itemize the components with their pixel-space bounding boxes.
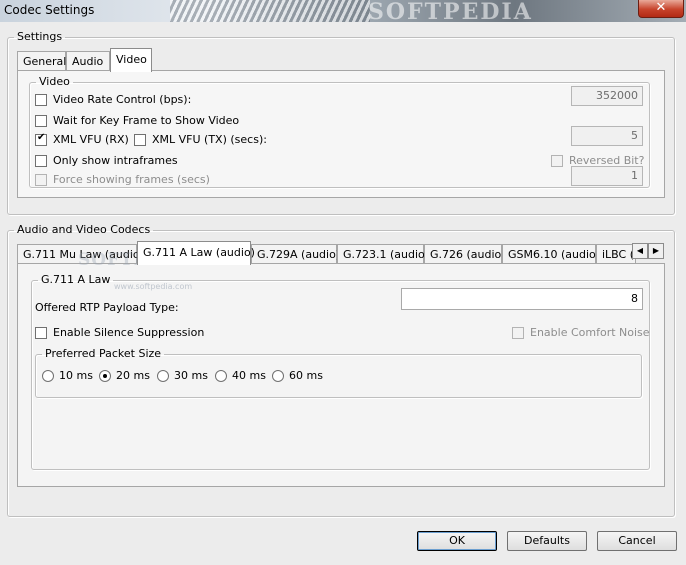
title-bar[interactable]: Codec Settings SOFTPEDIA ✕ bbox=[0, 0, 686, 25]
settings-group-label: Settings bbox=[17, 30, 63, 43]
force-frames-input[interactable]: 1 bbox=[571, 166, 643, 186]
video-rate-control-checkbox[interactable]: Video Rate Control (bps): bbox=[35, 93, 191, 106]
packet-size-40ms-dot[interactable] bbox=[215, 369, 227, 382]
comfort-noise-checkbox[interactable]: Enable Comfort Noise bbox=[512, 326, 650, 339]
ok-button[interactable]: OK bbox=[417, 531, 497, 551]
packet-size-30ms-radio[interactable]: 30 ms bbox=[157, 369, 208, 382]
wait-key-frame-checkbox[interactable]: Wait for Key Frame to Show Video bbox=[35, 114, 239, 127]
payload-type-label: Offered RTP Payload Type: bbox=[35, 301, 179, 314]
payload-type-input[interactable]: 8 bbox=[401, 288, 643, 310]
video-rate-input[interactable]: 352000 bbox=[571, 86, 643, 106]
packet-size-30ms-dot[interactable] bbox=[157, 369, 169, 382]
codecs-group-label: Audio and Video Codecs bbox=[17, 223, 151, 236]
xml-vfu-tx-checkbox[interactable]: XML VFU (TX) (secs): bbox=[134, 133, 267, 146]
wait-key-frame-box[interactable] bbox=[35, 114, 47, 127]
force-frames-box[interactable] bbox=[35, 173, 47, 186]
packet-size-60ms-dot[interactable] bbox=[272, 369, 284, 382]
watermark-title: SOFTPEDIA bbox=[368, 0, 533, 25]
packet-size-60ms-radio[interactable]: 60 ms bbox=[272, 369, 323, 382]
only-intraframes-checkbox[interactable]: Only show intraframes bbox=[35, 154, 178, 167]
video-rate-control-box[interactable] bbox=[35, 93, 47, 106]
g711-a-law-group-label: G.711 A Law bbox=[41, 273, 111, 286]
tab-g7231[interactable]: G.723.1 (audio) bbox=[337, 244, 429, 264]
xml-vfu-rx-checkbox[interactable]: XML VFU (RX) bbox=[35, 132, 129, 146]
reversed-bit-box[interactable] bbox=[551, 154, 563, 167]
only-intraframes-box[interactable] bbox=[35, 154, 47, 167]
packet-size-10ms-radio[interactable]: 10 ms bbox=[42, 369, 93, 382]
tab-g726[interactable]: G.726 (audio) bbox=[424, 244, 506, 264]
tab-general[interactable]: General bbox=[17, 51, 66, 71]
packet-size-10ms-dot[interactable] bbox=[42, 369, 54, 382]
packet-size-group-label: Preferred Packet Size bbox=[45, 347, 162, 360]
tab-gsm610[interactable]: GSM6.10 (audio) bbox=[502, 244, 600, 264]
packet-size-20ms-radio[interactable]: 20 ms bbox=[99, 369, 150, 382]
close-icon: ✕ bbox=[655, 0, 667, 15]
tab-audio[interactable]: Audio bbox=[66, 51, 110, 71]
packet-size-40ms-radio[interactable]: 40 ms bbox=[215, 369, 266, 382]
codec-settings-window: Codec Settings SOFTPEDIA ✕ Settings Gene… bbox=[0, 0, 686, 565]
xml-vfu-rx-box[interactable] bbox=[35, 132, 47, 146]
scroll-right-icon[interactable]: ▶ bbox=[648, 243, 664, 259]
tab-g729a[interactable]: G.729A (audio) bbox=[251, 244, 340, 264]
packet-size-20ms-dot[interactable] bbox=[99, 369, 111, 382]
defaults-button[interactable]: Defaults bbox=[507, 531, 587, 551]
codec-tab-scroller: ◀ ▶ bbox=[632, 243, 664, 259]
tab-g711-a-law[interactable]: G.711 A Law (audio) bbox=[137, 241, 255, 265]
title-bar-decoration bbox=[170, 0, 370, 22]
silence-suppression-checkbox[interactable]: Enable Silence Suppression bbox=[35, 326, 204, 339]
window-title: Codec Settings bbox=[4, 3, 95, 17]
scroll-left-icon[interactable]: ◀ bbox=[632, 243, 648, 259]
xml-vfu-tx-box[interactable] bbox=[134, 133, 146, 146]
tab-video[interactable]: Video bbox=[110, 48, 152, 72]
force-frames-checkbox[interactable]: Force showing frames (secs) bbox=[35, 173, 210, 186]
cancel-button[interactable]: Cancel bbox=[597, 531, 677, 551]
tab-ilbc[interactable]: iLBC (a bbox=[596, 244, 636, 264]
video-group-label: Video bbox=[39, 75, 70, 88]
silence-suppression-box[interactable] bbox=[35, 326, 47, 339]
xml-vfu-tx-input[interactable]: 5 bbox=[571, 126, 643, 146]
comfort-noise-box[interactable] bbox=[512, 326, 524, 339]
close-button[interactable]: ✕ bbox=[638, 0, 684, 18]
